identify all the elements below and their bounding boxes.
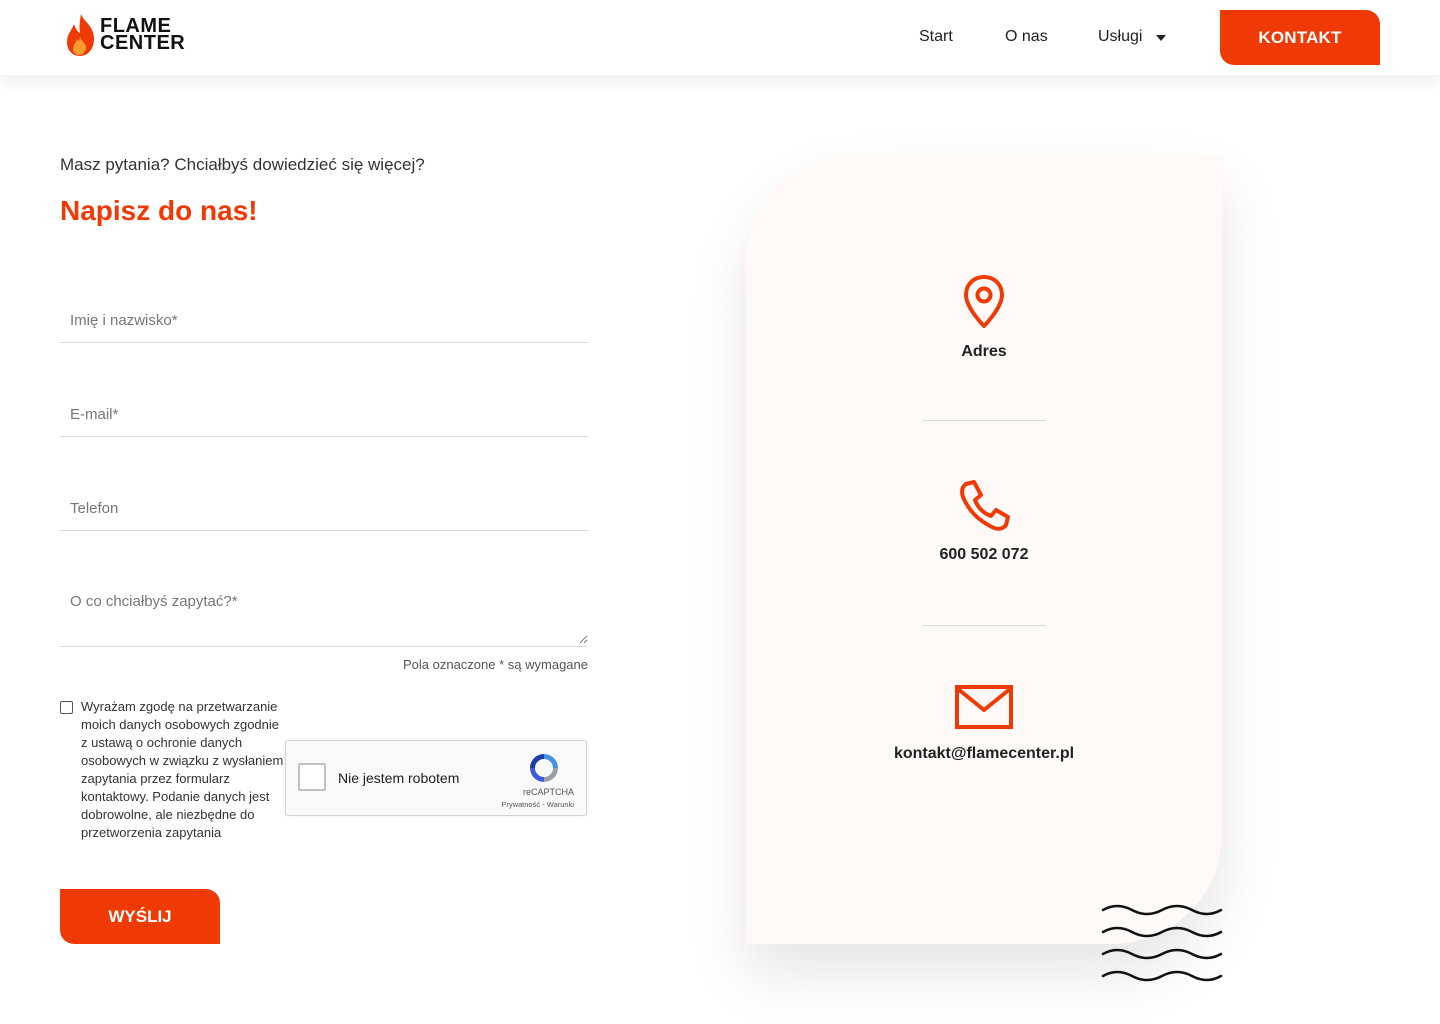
recaptcha-widget: Nie jestem robotem reCAPTCHA Prywatność … xyxy=(285,740,587,816)
email-block: kontakt@flamecenter.pl xyxy=(746,683,1222,763)
message-field-wrapper xyxy=(60,582,588,647)
caret-down-icon xyxy=(1156,35,1167,41)
phone-number[interactable]: 600 502 072 xyxy=(746,546,1222,564)
recaptcha-logo-icon xyxy=(530,754,558,782)
phone-icon xyxy=(960,480,1010,531)
consent-group: Wyrażam zgodę na przetwarzanie moich dan… xyxy=(60,698,286,842)
phone-input[interactable] xyxy=(60,488,588,528)
recaptcha-checkbox[interactable] xyxy=(298,763,326,791)
form-eyebrow: Masz pytania? Chciałbyś dowiedzieć się w… xyxy=(60,155,425,174)
consent-checkbox[interactable] xyxy=(60,701,73,714)
nav-o-nas[interactable]: O nas xyxy=(1005,28,1048,46)
phone-block: 600 502 072 xyxy=(746,478,1222,564)
logo[interactable]: FLAME CENTER xyxy=(64,12,194,58)
flame-icon xyxy=(67,14,94,56)
send-button[interactable]: WYŚLIJ xyxy=(60,889,220,944)
nav-uslugi[interactable]: Usługi xyxy=(1098,28,1167,46)
email-input[interactable] xyxy=(60,394,588,434)
logo-text: FLAME CENTER xyxy=(100,16,186,54)
wave-decoration-icon xyxy=(1101,904,1223,982)
logo-line2: CENTER xyxy=(100,32,186,54)
consent-text: Wyrażam zgodę na przetwarzanie moich dan… xyxy=(81,699,284,840)
form-title: Napisz do nas! xyxy=(60,195,258,226)
divider xyxy=(923,420,1046,421)
name-field-wrapper xyxy=(60,300,588,343)
nav-uslugi-label: Usługi xyxy=(1098,28,1143,45)
divider xyxy=(923,625,1046,626)
phone-field-wrapper xyxy=(60,488,588,531)
message-textarea[interactable] xyxy=(60,582,588,644)
contact-card: Adres 600 502 072 kontakt@flamecenter.pl xyxy=(746,155,1222,944)
email-address[interactable]: kontakt@flamecenter.pl xyxy=(746,745,1222,763)
email-field-wrapper xyxy=(60,394,588,437)
recaptcha-label: Nie jestem robotem xyxy=(338,770,460,786)
address-block: Adres xyxy=(746,273,1222,361)
location-pin-icon xyxy=(964,275,1004,328)
envelope-icon xyxy=(955,685,1013,729)
name-input[interactable] xyxy=(60,300,588,340)
required-fields-note: Pola oznaczone * są wymagane xyxy=(402,657,588,672)
address-label: Adres xyxy=(961,343,1007,360)
kontakt-button[interactable]: KONTAKT xyxy=(1220,10,1380,65)
recaptcha-links[interactable]: Prywatność - Warunki xyxy=(501,800,574,809)
site-header: FLAME CENTER Start O nas Usługi KONTAKT xyxy=(0,0,1440,75)
recaptcha-brand: reCAPTCHA xyxy=(522,787,574,797)
nav-start[interactable]: Start xyxy=(919,28,953,46)
